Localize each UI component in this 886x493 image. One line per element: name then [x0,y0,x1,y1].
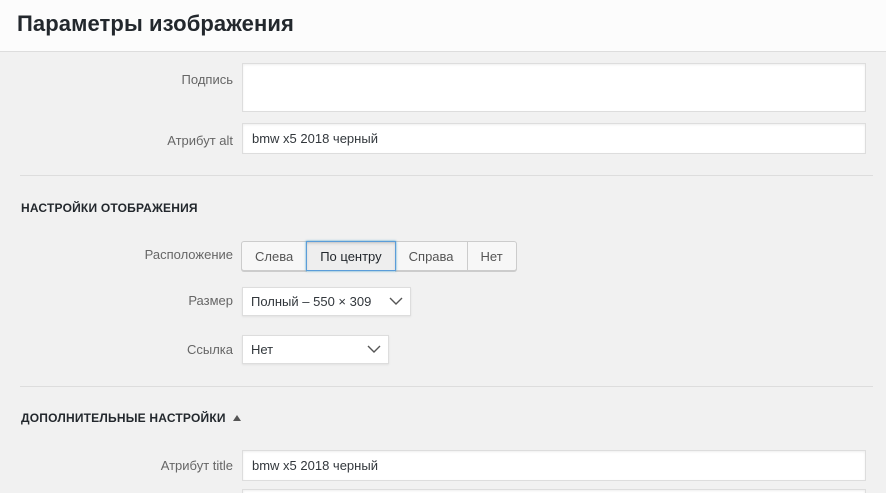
link-select[interactable]: Нет [242,335,389,364]
modal-header: Параметры изображения [0,0,886,52]
size-select[interactable]: Полный – 550 × 309 [242,287,411,316]
align-none-button[interactable]: Нет [466,241,517,271]
alt-input[interactable] [242,123,866,154]
section-divider [20,386,873,387]
advanced-settings-heading: ДОПОЛНИТЕЛЬНЫЕ НАСТРОЙКИ [21,411,226,425]
align-right-button[interactable]: Справа [394,241,468,271]
link-label: Ссылка [186,342,233,357]
align-label: Расположение [144,247,233,262]
size-select-value: Полный – 550 × 309 [251,294,372,309]
title-attr-input[interactable] [242,450,866,481]
link-select-value: Нет [251,342,274,357]
section-divider [20,175,873,176]
caption-textarea[interactable] [242,63,866,112]
alt-label: Атрибут alt [167,133,233,148]
size-label: Размер [188,293,233,308]
chevron-down-icon [389,297,403,305]
title-attr-label: Атрибут title [160,458,233,473]
display-settings-heading: НАСТРОЙКИ ОТОБРАЖЕНИЯ [21,201,198,215]
caret-up-icon [232,415,241,421]
align-button-group: Слева По центру Справа Нет [241,241,517,271]
chevron-down-icon [367,345,381,353]
modal-title: Параметры изображения [17,11,294,36]
next-field-input[interactable] [242,489,866,493]
advanced-settings-toggle[interactable]: ДОПОЛНИТЕЛЬНЫЕ НАСТРОЙКИ [21,411,241,425]
align-left-button[interactable]: Слева [241,241,308,271]
align-center-button[interactable]: По центру [306,241,396,271]
caption-label: Подпись [181,72,233,87]
